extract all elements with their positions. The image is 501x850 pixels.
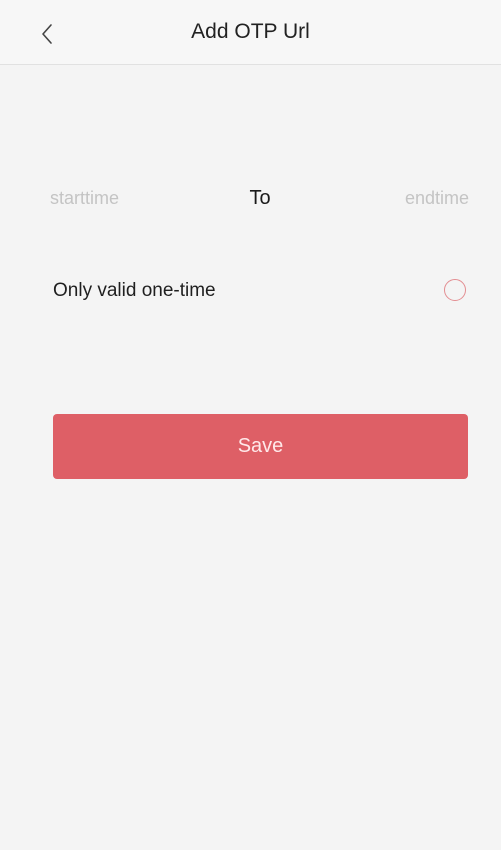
chevron-left-icon: [42, 24, 52, 44]
one-time-label: Only valid one-time: [53, 280, 216, 301]
save-button[interactable]: Save: [53, 414, 468, 479]
add-otp-url-screen: Add OTP Url starttime To endtime Only va…: [0, 0, 501, 850]
start-time-field[interactable]: starttime: [50, 180, 119, 216]
back-button[interactable]: [28, 14, 68, 54]
page-title: Add OTP Url: [191, 20, 310, 43]
one-time-row: Only valid one-time: [0, 273, 501, 309]
one-time-radio[interactable]: [444, 279, 466, 301]
end-time-field[interactable]: endtime: [405, 180, 469, 216]
form-content: starttime To endtime Only valid one-time…: [0, 65, 501, 850]
time-range-row: starttime To endtime: [0, 180, 501, 216]
header-bar: Add OTP Url: [0, 0, 501, 65]
to-separator: To: [249, 187, 271, 209]
